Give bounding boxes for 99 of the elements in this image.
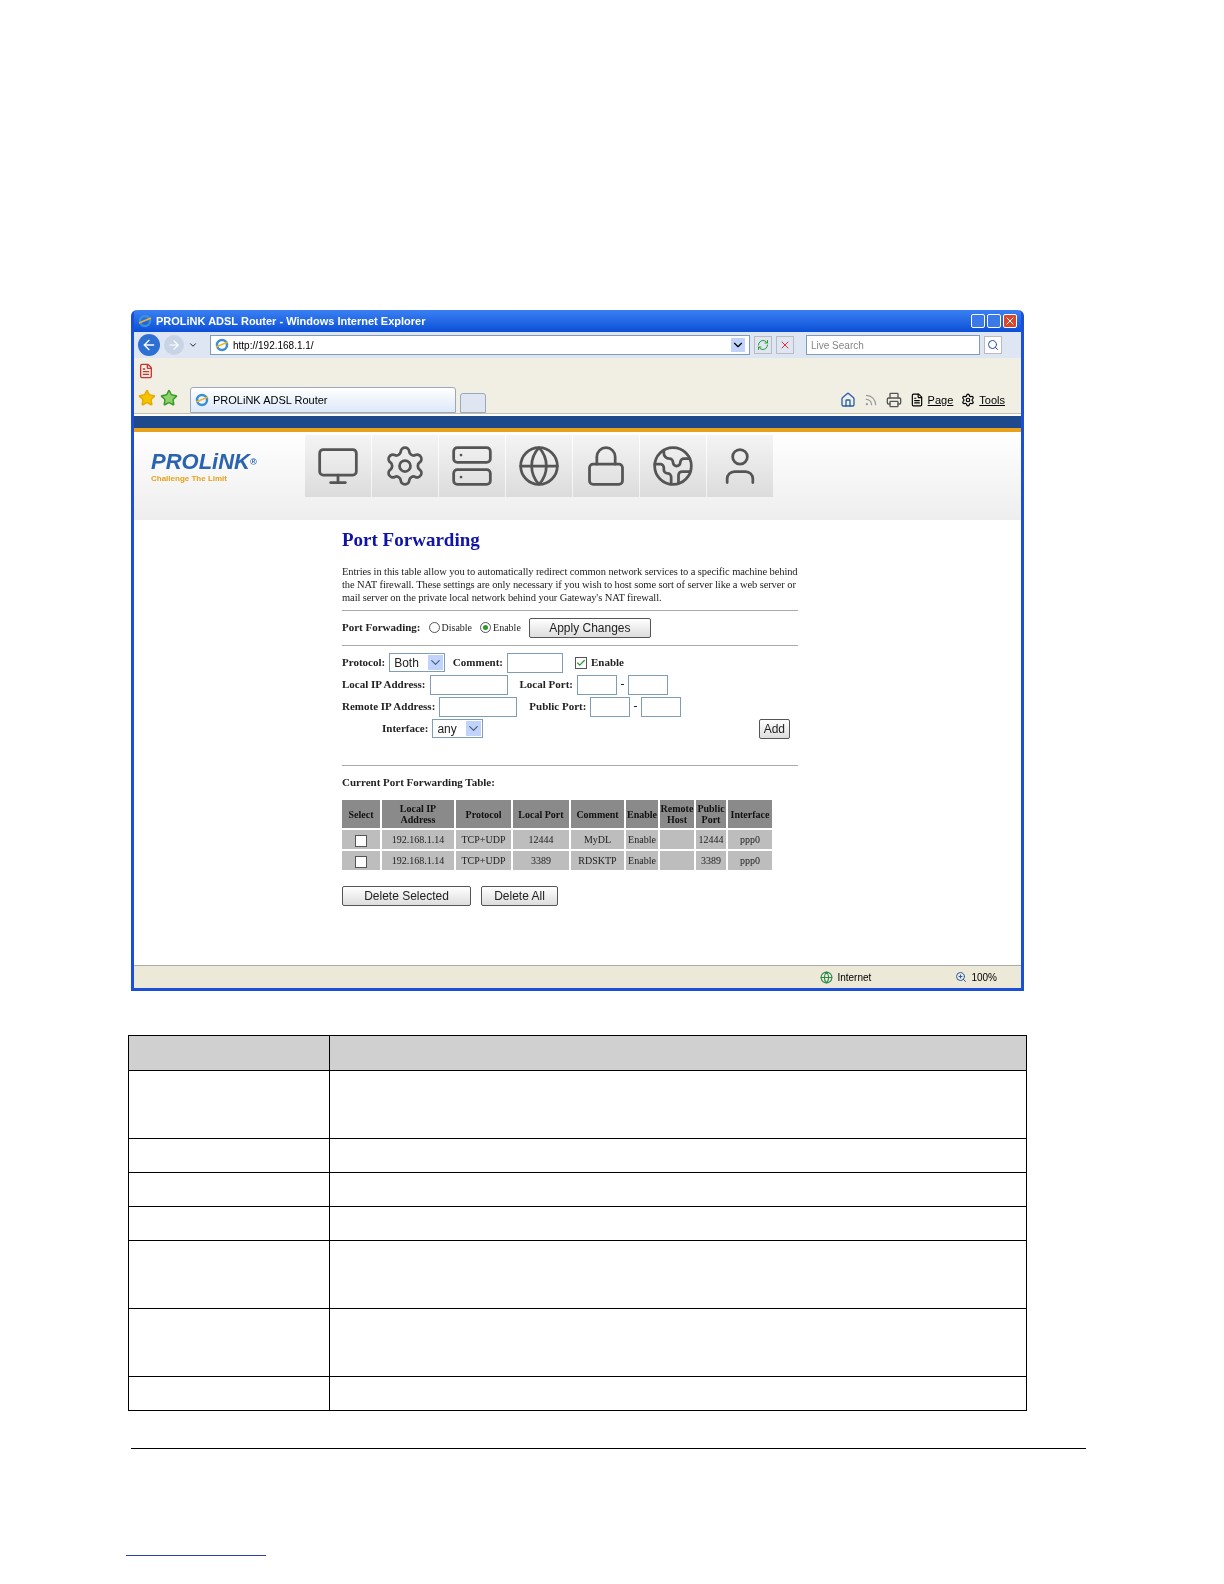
local-port-end-field[interactable] <box>628 674 668 695</box>
nav-tile-button[interactable] <box>305 435 371 497</box>
dropdown-caret-icon <box>731 338 745 352</box>
local-ip-label: Local IP Address: <box>342 677 426 693</box>
interface-label: Interface: <box>382 721 429 737</box>
protocol-dropdown[interactable]: Both <box>389 653 445 672</box>
nav-tile-button[interactable] <box>439 435 505 497</box>
button[interactable]: Apply Changes <box>528 617 651 638</box>
table-cell: 12444 <box>696 830 726 849</box>
radio-button[interactable] <box>428 622 440 633</box>
refresh-button[interactable] <box>754 336 772 354</box>
column-header: Remote Host <box>660 800 694 828</box>
zone-text: Internet <box>837 970 873 985</box>
ie-logo-icon <box>138 314 152 328</box>
row-checkbox[interactable] <box>355 855 367 868</box>
column-header: Interface <box>728 800 772 828</box>
table-cell: Enable <box>626 830 658 849</box>
column-header: Local IP Address <box>382 800 454 828</box>
table-cell: RDSKTP <box>571 851 624 870</box>
button[interactable]: Delete All <box>481 886 558 906</box>
column-header: Protocol <box>456 800 511 828</box>
table-title: Current Port Forwarding Table: <box>342 774 496 790</box>
ie-logo-icon <box>215 338 229 352</box>
interface-dropdown[interactable]: any <box>432 719 483 738</box>
protocol-label: Protocol: <box>342 655 386 671</box>
nav-tile-button[interactable] <box>573 435 639 497</box>
home-button[interactable] <box>839 391 856 408</box>
remote-ip-field[interactable] <box>439 696 518 717</box>
radio-label: Enable <box>493 621 521 635</box>
gear-icon <box>961 392 976 407</box>
dropdown-caret-icon <box>465 721 481 736</box>
dropdown-caret-icon <box>427 655 443 670</box>
local-port-start-field[interactable] <box>577 674 617 695</box>
button[interactable]: Delete Selected <box>342 886 471 906</box>
add-favorite-icon[interactable] <box>160 389 178 407</box>
page-title: Port Forwarding <box>342 528 481 552</box>
table-cell: 12444 <box>513 830 569 849</box>
table-cell: ppp0 <box>728 851 772 870</box>
favorites-star-icon[interactable] <box>138 389 156 407</box>
zoom-level-button[interactable]: 100% <box>971 969 997 985</box>
zoom-icon <box>955 971 968 983</box>
public-port-start-field[interactable] <box>590 696 631 717</box>
nav-tile-button[interactable] <box>640 435 706 497</box>
brand-logo: PROLiNK$^{®}$ <box>151 451 258 473</box>
address-text: http://192.168.1.1/ <box>233 338 315 353</box>
nav-tile-button[interactable] <box>506 435 572 497</box>
maximize-button[interactable] <box>987 314 1001 328</box>
enable-checkbox[interactable] <box>574 656 587 669</box>
server-icon <box>450 444 494 488</box>
close-button[interactable] <box>1003 314 1017 328</box>
public-port-label: Public Port: <box>529 699 587 715</box>
search-field[interactable]: Live Search <box>806 335 980 355</box>
comment-label: Comment: <box>452 655 503 671</box>
feeds-button[interactable] <box>863 392 878 407</box>
radio-label: Disable <box>441 621 473 635</box>
back-button[interactable] <box>138 334 160 356</box>
page-menu-button[interactable]: Page <box>909 391 954 408</box>
search-button[interactable] <box>984 336 1002 354</box>
remote-ip-label: Remote IP Address: <box>342 699 436 715</box>
table-cell: MyDL <box>571 830 624 849</box>
nav-tile-button[interactable] <box>372 435 438 497</box>
column-header: Local Port <box>513 800 569 828</box>
page-icon <box>909 392 924 407</box>
brand-slogan: Challenge The Limit <box>151 473 228 485</box>
column-header: Public Port <box>696 800 726 828</box>
row-checkbox[interactable] <box>355 834 367 847</box>
stop-button[interactable] <box>776 336 794 354</box>
column-header: Enable <box>626 800 658 828</box>
enable-label: Enable <box>590 655 624 671</box>
port-forwarding-label: Port Forwading: <box>342 620 421 636</box>
table-cell: TCP+UDP <box>456 851 511 870</box>
nav-tile-button[interactable] <box>707 435 773 497</box>
table-cell: Enable <box>626 851 658 870</box>
table-cell: 192.168.1.14 <box>382 851 454 870</box>
button[interactable]: Add <box>758 718 790 739</box>
table-cell: 3389 <box>513 851 569 870</box>
table-cell: 3389 <box>696 851 726 870</box>
public-port-end-field[interactable] <box>641 696 682 717</box>
tools-menu-button[interactable]: Tools <box>961 391 1005 408</box>
local-ip-field[interactable] <box>429 674 508 695</box>
address-bar[interactable]: http://192.168.1.1/ <box>210 335 750 355</box>
history-dropdown-icon[interactable] <box>188 340 198 350</box>
column-header: Select <box>342 800 380 828</box>
table-cell: 192.168.1.14 <box>382 830 454 849</box>
local-port-label: Local Port: <box>519 677 573 693</box>
table-cell: TCP+UDP <box>456 830 511 849</box>
minimize-button[interactable] <box>971 314 985 328</box>
pdf-tool-icon[interactable] <box>138 362 154 379</box>
window-title: PROLiNK ADSL Router - Windows Internet Explorer <box>156 313 427 329</box>
globe-icon <box>820 970 834 984</box>
globe-icon <box>517 444 561 488</box>
radio-button[interactable] <box>480 622 492 633</box>
description-text: Entries in this table allow you to automatically redirect common network services to a specific machine behind the NAT firewall. These settings are only necessary if you wish to host some sort of server like a web server or mail server on the private local network behind your Gateway's NAT firewall. <box>342 564 798 611</box>
print-button[interactable] <box>885 391 902 408</box>
column-header: Comment <box>571 800 624 828</box>
comment-field[interactable] <box>506 652 563 673</box>
table-cell: ppp0 <box>728 830 772 849</box>
browser-tab[interactable]: PROLiNK ADSL Router <box>190 387 456 413</box>
ie-logo-icon <box>195 393 209 407</box>
